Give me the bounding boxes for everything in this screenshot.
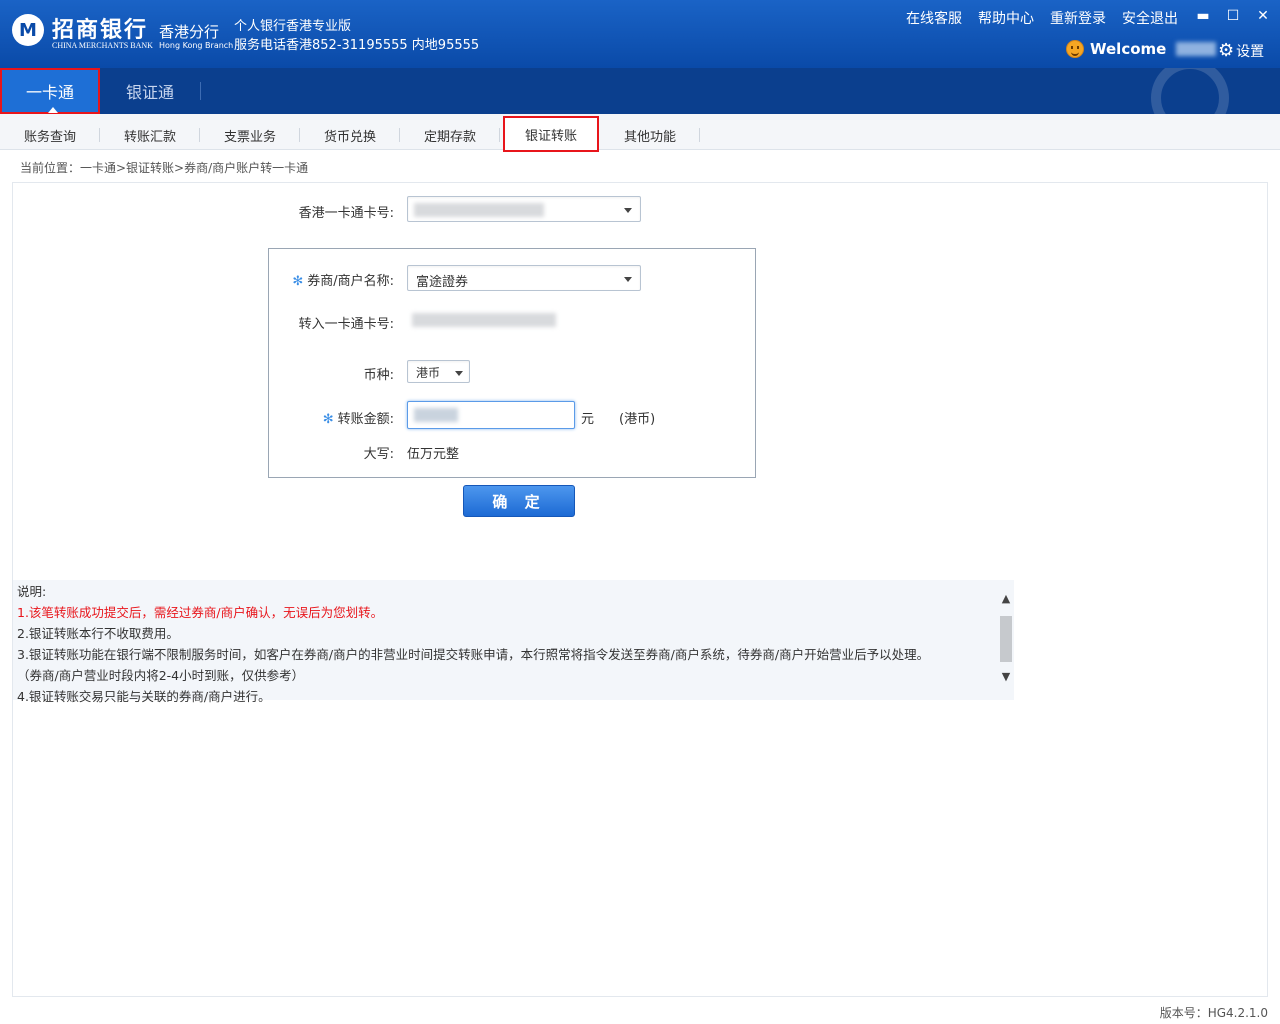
- notes-title: 说明:: [17, 584, 47, 599]
- notes-scrollbar[interactable]: ▲ ▼: [998, 580, 1014, 700]
- note-line: 4.银证转账交易只能与关联的券商/商户进行。: [17, 689, 271, 704]
- bank-name-cn: 招商银行: [52, 17, 149, 43]
- broker-select[interactable]: 富途證券: [407, 265, 641, 291]
- close-icon[interactable]: ✕: [1256, 8, 1270, 24]
- tab-securities[interactable]: 银证通: [100, 68, 200, 114]
- subnav-cheque[interactable]: 支票业务: [202, 120, 300, 150]
- user-name-redacted: [1176, 42, 1217, 56]
- breadcrumb: 当前位置：一卡通>银证转账>券商/商户账户转一卡通: [20, 161, 309, 175]
- confirm-button[interactable]: 确 定: [463, 485, 575, 517]
- relogin-link[interactable]: 重新登录: [1050, 8, 1106, 28]
- note-line: （券商/商户营业时段内将2-4小时到账，仅供参考）: [17, 668, 305, 683]
- bank-logo-icon: M: [12, 14, 44, 46]
- amount-input[interactable]: [407, 401, 575, 429]
- required-asterisk-icon: ✻: [292, 274, 304, 289]
- subnav-other[interactable]: 其他功能: [602, 120, 700, 150]
- scroll-up-icon[interactable]: ▲: [1001, 593, 1011, 604]
- currency-value: 港币: [416, 366, 441, 380]
- settings-button[interactable]: ⚙ 设置: [1218, 40, 1264, 61]
- note-line: 2.银证转账本行不收取费用。: [17, 626, 179, 641]
- notes-panel: 说明: 1.该笔转账成功提交后，需经过券商/商户确认，无误后为您划转。 2.银证…: [13, 580, 1014, 704]
- edition-label: 个人银行香港专业版: [234, 19, 352, 34]
- tab-one-card[interactable]: 一卡通: [0, 68, 100, 114]
- currency-select[interactable]: 港币: [407, 360, 470, 383]
- subnav-time-deposit[interactable]: 定期存款: [402, 120, 500, 150]
- window-controls: ▬ ☐ ✕: [1196, 8, 1270, 24]
- subnav-transfer[interactable]: 转账汇款: [102, 120, 200, 150]
- branch-name-en: Hong Kong Branch: [159, 41, 234, 50]
- main-tab-bar: 一卡通 银证通: [0, 68, 1280, 114]
- target-card-redacted: [412, 313, 556, 327]
- amount-currency: (港币): [619, 412, 656, 427]
- logout-link[interactable]: 安全退出: [1122, 8, 1178, 28]
- chevron-down-icon: [624, 277, 632, 282]
- target-card-label: 转入一卡通卡号:: [298, 317, 394, 332]
- note-line: 1.该笔转账成功提交后，需经过券商/商户确认，无误后为您划转。: [17, 605, 384, 620]
- top-links: 在线客服 帮助中心 重新登录 安全退出: [906, 8, 1178, 28]
- hotline-label: 服务电话香港852-31195555 内地95555: [234, 38, 480, 53]
- capital-value: 伍万元整: [407, 447, 460, 462]
- broker-value: 富途證券: [416, 275, 469, 290]
- minimize-icon[interactable]: ▬: [1196, 8, 1210, 24]
- required-asterisk-icon: ✻: [322, 412, 334, 427]
- settings-label: 设置: [1236, 43, 1265, 60]
- scroll-thumb[interactable]: [1000, 616, 1012, 662]
- gear-icon: ⚙: [1218, 40, 1235, 61]
- amount-label: ✻ 转账金额:: [322, 412, 394, 427]
- card-number-redacted: [414, 203, 544, 217]
- broker-label: ✻ 券商/商户名称:: [292, 274, 394, 289]
- card-number-select[interactable]: [407, 196, 641, 222]
- app-header: M 招商银行 CHINA MERCHANTS BANK 香港分行 Hong Ko…: [0, 0, 1280, 68]
- online-service-link[interactable]: 在线客服: [906, 8, 962, 28]
- version-label: 版本号：HG4.2.1.0: [1159, 1006, 1268, 1020]
- amount-unit: 元: [581, 412, 595, 427]
- logo-watermark-icon: [1151, 68, 1229, 114]
- capital-label: 大写:: [363, 447, 394, 462]
- smiley-icon: [1066, 40, 1084, 58]
- subnav-account-query[interactable]: 账务查询: [2, 120, 100, 150]
- tab-divider: [200, 82, 201, 100]
- sub-nav: 账务查询 转账汇款 支票业务 货币兑换 定期存款 银证转账 其他功能: [0, 114, 1280, 152]
- maximize-icon[interactable]: ☐: [1226, 8, 1240, 24]
- help-center-link[interactable]: 帮助中心: [978, 8, 1034, 28]
- amount-redacted: [414, 408, 458, 422]
- subnav-currency-exchange[interactable]: 货币兑换: [302, 120, 400, 150]
- welcome-text: Welcome: [1090, 40, 1167, 58]
- chevron-down-icon: [455, 371, 463, 376]
- bank-name-en: CHINA MERCHANTS BANK: [52, 41, 153, 50]
- note-line: 3.银证转账功能在银行端不限制服务时间，如客户在券商/商户的非营业时间提交转账申…: [17, 647, 930, 662]
- currency-label: 币种:: [363, 368, 394, 383]
- subnav-bank-securities-transfer[interactable]: 银证转账: [503, 116, 599, 152]
- welcome-area: Welcome: [1066, 40, 1217, 58]
- branch-name-cn: 香港分行: [159, 23, 220, 41]
- card-number-label: 香港一卡通卡号:: [298, 206, 394, 221]
- scroll-down-icon[interactable]: ▼: [1001, 671, 1011, 682]
- chevron-down-icon: [624, 208, 632, 213]
